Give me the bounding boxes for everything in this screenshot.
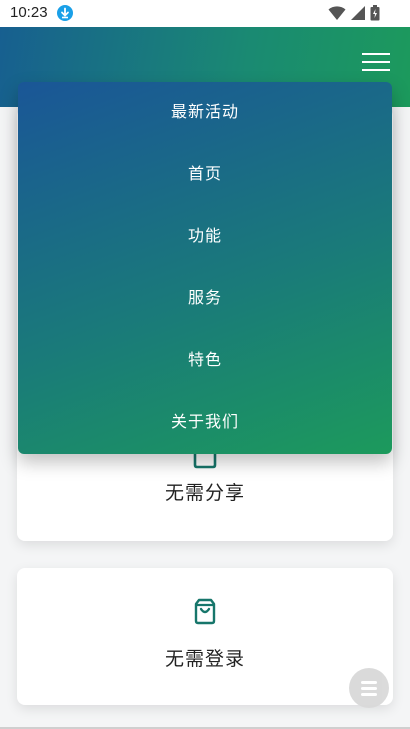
- menu-item-home[interactable]: 首页: [18, 154, 392, 194]
- app-screen: 10:23 无需分享 无需登录 最新活动 首页 功能 服务 特色 关于我们: [0, 0, 410, 729]
- hamburger-menu-icon[interactable]: [362, 53, 390, 71]
- wifi-icon: [328, 6, 346, 20]
- menu-item-about[interactable]: 关于我们: [18, 402, 392, 442]
- menu-item-services[interactable]: 服务: [18, 278, 392, 318]
- battery-icon: [370, 5, 380, 21]
- download-icon: [57, 5, 73, 21]
- menu-item-features[interactable]: 功能: [18, 216, 392, 256]
- cell-signal-icon: [351, 6, 365, 20]
- status-time: 10:23: [10, 4, 48, 21]
- menu-item-latest[interactable]: 最新活动: [18, 92, 392, 132]
- status-icons: [328, 5, 380, 21]
- feature-card-login: 无需登录: [17, 568, 393, 705]
- nav-dropdown-menu: 最新活动 首页 功能 服务 特色 关于我们: [18, 82, 392, 454]
- menu-icon: [361, 681, 377, 684]
- card-title: 无需登录: [164, 648, 245, 670]
- menu-item-specials[interactable]: 特色: [18, 340, 392, 380]
- floating-menu-button[interactable]: [349, 668, 389, 708]
- shopping-bag-icon: [194, 598, 216, 625]
- badge-icon: [193, 453, 217, 469]
- card-title: 无需分享: [164, 482, 245, 504]
- status-bar: 10:23: [0, 0, 410, 27]
